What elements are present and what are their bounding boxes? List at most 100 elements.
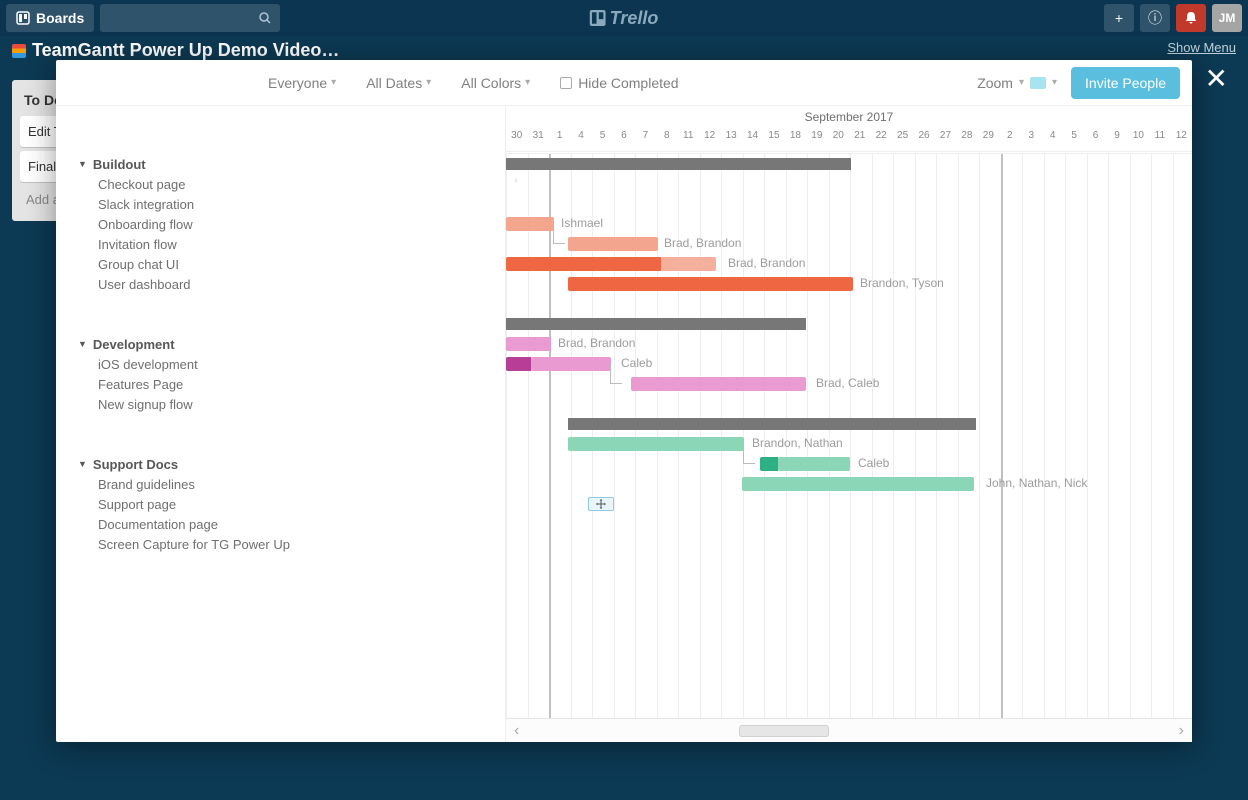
show-menu-link[interactable]: Show Menu xyxy=(1167,40,1236,55)
scroll-right-icon[interactable]: › xyxy=(1179,722,1184,740)
gantt-toolbar: Everyone▾ All Dates▾ All Colors▾ Hide Co… xyxy=(56,60,1192,106)
boards-button[interactable]: Boards xyxy=(6,4,94,32)
zoom-swatch-icon xyxy=(1030,77,1046,89)
bell-icon xyxy=(1184,11,1198,25)
task-row[interactable]: Documentation page xyxy=(78,514,493,534)
task-bar[interactable] xyxy=(568,437,744,451)
task-bar[interactable] xyxy=(506,257,661,271)
add-button[interactable]: + xyxy=(1104,4,1134,32)
info-icon: ⓘ xyxy=(1148,8,1162,28)
task-list: ▼Buildout Checkout page Slack integratio… xyxy=(56,106,506,742)
board-header: TeamGantt Power Up Demo Video… xyxy=(12,40,1236,61)
user-avatar[interactable]: JM xyxy=(1212,4,1242,32)
timeline-day: 27 xyxy=(935,130,956,152)
chevron-down-icon: ▾ xyxy=(331,77,336,88)
scroll-left-icon[interactable]: ‹ xyxy=(514,722,519,740)
group-header[interactable]: ▼Development xyxy=(78,334,493,354)
task-bar[interactable] xyxy=(760,457,778,471)
collapse-icon: ▼ xyxy=(78,159,87,169)
summary-bar[interactable] xyxy=(506,158,851,170)
timeline-day: 20 xyxy=(828,130,849,152)
task-row[interactable]: Features Page xyxy=(78,374,493,394)
task-row[interactable]: Brand guidelines xyxy=(78,474,493,494)
board-color-icon xyxy=(12,44,26,58)
chevron-down-icon: ▾ xyxy=(525,77,530,88)
task-bar[interactable] xyxy=(742,477,974,491)
timeline-day: 9 xyxy=(1106,130,1127,152)
chevron-down-icon: ▾ xyxy=(1052,77,1057,88)
filter-colors[interactable]: All Colors▾ xyxy=(461,75,530,91)
bar-assignees: Brandon, Tyson xyxy=(860,276,944,290)
trello-logo: Trello xyxy=(590,8,659,29)
task-bar-remaining[interactable] xyxy=(778,457,850,471)
timeline-header: September 2017 3031145678111213141518192… xyxy=(506,106,1192,154)
scrollbar-thumb[interactable] xyxy=(739,725,829,737)
boards-label: Boards xyxy=(36,10,84,26)
search-input[interactable] xyxy=(100,4,280,32)
collapse-icon: ▼ xyxy=(78,339,87,349)
task-row[interactable]: Onboarding flow xyxy=(78,214,493,234)
timeline-day: 11 xyxy=(1149,130,1170,152)
bar-assignees: Caleb xyxy=(621,356,652,370)
zoom-control[interactable]: Zoom▾▾ xyxy=(977,75,1057,91)
gantt-content: ▼Buildout Checkout page Slack integratio… xyxy=(56,106,1192,742)
info-button[interactable]: ⓘ xyxy=(1140,4,1170,32)
group-header[interactable]: ▼Buildout xyxy=(78,154,493,174)
month-label: September 2017 xyxy=(506,110,1192,124)
task-bar[interactable] xyxy=(506,217,554,231)
timeline-day: 5 xyxy=(592,130,613,152)
summary-bar[interactable] xyxy=(506,318,806,330)
bar-assignees: Brad, Brandon xyxy=(664,236,741,250)
task-row[interactable]: Checkout page xyxy=(78,174,493,194)
timeline-day: 5 xyxy=(1063,130,1084,152)
task-row[interactable]: New signup flow xyxy=(78,394,493,414)
group-header[interactable]: ▼Support Docs xyxy=(78,454,493,474)
horizontal-scrollbar[interactable]: ‹ › xyxy=(506,718,1192,742)
timeline-day: 2 xyxy=(999,130,1020,152)
timeline-day: 6 xyxy=(1085,130,1106,152)
bar-assignees: Caleb xyxy=(858,456,889,470)
chevron-down-icon: ▾ xyxy=(426,77,431,88)
task-row[interactable]: User dashboard xyxy=(78,274,493,294)
timeline-day: 19 xyxy=(806,130,827,152)
task-bar[interactable] xyxy=(568,277,853,291)
timeline-day: 30 xyxy=(506,130,527,152)
bar-assignees: Brad, Brandon xyxy=(728,256,805,270)
timeline-day: 18 xyxy=(785,130,806,152)
task-bar[interactable] xyxy=(506,337,551,351)
task-row[interactable]: Invitation flow xyxy=(78,234,493,254)
task-bar-remaining[interactable] xyxy=(661,257,716,271)
board-title: TeamGantt Power Up Demo Video… xyxy=(32,40,339,61)
timeline-day: 7 xyxy=(635,130,656,152)
filter-dates[interactable]: All Dates▾ xyxy=(366,75,431,91)
timeline-day: 11 xyxy=(678,130,699,152)
task-bar[interactable] xyxy=(506,357,531,371)
task-bar[interactable] xyxy=(631,377,806,391)
timeline-day: 21 xyxy=(849,130,870,152)
task-row[interactable]: Group chat UI xyxy=(78,254,493,274)
trello-topbar: Boards Trello + ⓘ JM xyxy=(0,0,1248,36)
task-bar-placeholder[interactable] xyxy=(588,497,614,511)
invite-button[interactable]: Invite People xyxy=(1071,67,1180,99)
task-row[interactable]: Screen Capture for TG Power Up xyxy=(78,534,493,554)
close-icon[interactable]: ✕ xyxy=(1205,62,1228,95)
filter-everyone[interactable]: Everyone▾ xyxy=(268,75,336,91)
summary-bar[interactable] xyxy=(568,418,976,430)
task-bar[interactable] xyxy=(568,237,658,251)
timeline-day: 28 xyxy=(956,130,977,152)
timeline-day: 12 xyxy=(1171,130,1192,152)
timeline-day: 13 xyxy=(720,130,741,152)
notifications-button[interactable] xyxy=(1176,4,1206,32)
task-bar-remaining[interactable] xyxy=(531,357,611,371)
hide-completed-checkbox[interactable]: Hide Completed xyxy=(560,75,678,91)
task-row[interactable]: Slack integration xyxy=(78,194,493,214)
search-icon xyxy=(258,11,272,25)
timeline-day: 31 xyxy=(527,130,548,152)
task-row[interactable]: Support page xyxy=(78,494,493,514)
task-row[interactable]: iOS development xyxy=(78,354,493,374)
timeline-day: 4 xyxy=(1042,130,1063,152)
trello-icon xyxy=(590,10,606,26)
timeline-day: 8 xyxy=(656,130,677,152)
timeline-day: 6 xyxy=(613,130,634,152)
plus-icon: + xyxy=(1115,10,1123,26)
